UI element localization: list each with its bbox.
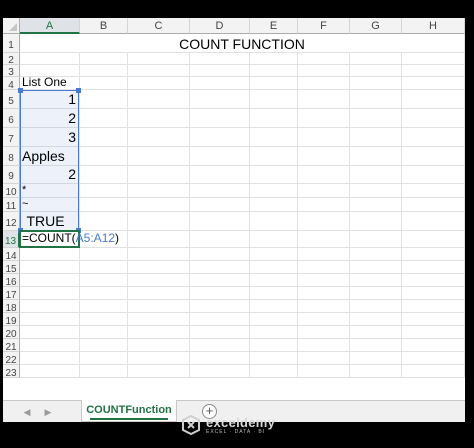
gridline-horizontal (20, 312, 465, 313)
row-header-14[interactable]: 14 (3, 248, 20, 262)
watermark-tagline: EXCEL · DATA · BI (206, 429, 266, 435)
formula-range-ref: A5:A12 (75, 231, 116, 245)
watermark-brand: exceldemy (206, 415, 276, 430)
tab-scroll-left-icon[interactable]: ◀ (20, 405, 34, 419)
row-header-11[interactable]: 11 (3, 198, 20, 212)
row-header-1[interactable]: 1 (3, 34, 20, 53)
gridline-horizontal (20, 338, 465, 339)
row-header-22[interactable]: 22 (3, 352, 20, 366)
gridline-vertical (127, 34, 128, 378)
gridline-horizontal (20, 247, 465, 248)
column-header-h[interactable]: H (402, 18, 465, 34)
gridline-horizontal (20, 273, 465, 274)
row-header-2[interactable]: 2 (3, 53, 20, 66)
gridline-horizontal (20, 52, 465, 53)
gridline-horizontal (20, 286, 465, 287)
gridline-vertical (189, 34, 190, 378)
title-merged-cell[interactable]: COUNT FUNCTION (20, 34, 464, 52)
gridline-vertical (297, 34, 298, 378)
gridline-horizontal (20, 377, 465, 378)
row-header-15[interactable]: 15 (3, 261, 20, 275)
column-header-a[interactable]: A (20, 18, 80, 34)
column-header-c[interactable]: C (128, 18, 190, 34)
column-header-e[interactable]: E (250, 18, 298, 34)
row-header-20[interactable]: 20 (3, 326, 20, 340)
cell-a5[interactable]: 1 (20, 91, 76, 107)
row-header-3[interactable]: 3 (3, 65, 20, 78)
row-header-19[interactable]: 19 (3, 313, 20, 327)
gridline-horizontal (20, 146, 465, 147)
row-header-17[interactable]: 17 (3, 287, 20, 301)
formula-suffix: ) (115, 231, 120, 245)
range-handle-top-right[interactable] (76, 88, 81, 93)
gridline-vertical (401, 34, 402, 378)
gridline-vertical (349, 34, 350, 378)
select-all-corner[interactable] (3, 18, 20, 34)
gridline-horizontal (20, 211, 465, 212)
tab-countfunction[interactable]: COUNTFunction (81, 400, 177, 422)
exceldemy-logo-icon (182, 414, 200, 436)
cell-a7[interactable]: 3 (20, 129, 76, 145)
active-cell-a13[interactable]: =COUNT(A5:A12) (19, 230, 119, 248)
row-header-6[interactable]: 6 (3, 109, 20, 128)
gridline-horizontal (20, 165, 465, 166)
excel-window: ABCDEFGH 1 2 3 4 5 6 7 8 9 10 11 12 13 14 15 16 17 18 19 20… (0, 0, 474, 448)
gridline-horizontal (20, 260, 465, 261)
gridline-vertical (249, 34, 250, 378)
column-header-g[interactable]: G (350, 18, 402, 34)
cell-a11[interactable]: ~ (22, 198, 28, 210)
gridline-horizontal (20, 76, 465, 77)
gridline-horizontal (20, 351, 465, 352)
column-header-d[interactable]: D (190, 18, 250, 34)
gridline-horizontal (20, 127, 465, 128)
row-header-23[interactable]: 23 (3, 365, 20, 379)
formula-text: =COUNT(A5:A12) (22, 231, 119, 245)
exceldemy-watermark: exceldemy EXCEL · DATA · BI (180, 414, 290, 438)
gridline-horizontal (20, 299, 465, 300)
row-header-18[interactable]: 18 (3, 300, 20, 314)
cell-a9[interactable]: 2 (20, 166, 76, 182)
cell-a6[interactable]: 2 (20, 110, 76, 126)
gridline-horizontal (20, 183, 465, 184)
formula-prefix: =COUNT( (22, 231, 76, 245)
row-header-9[interactable]: 9 (3, 166, 20, 184)
column-header-b[interactable]: B (80, 18, 128, 34)
gridline-vertical (464, 34, 465, 378)
column-header-f[interactable]: F (298, 18, 350, 34)
worksheet-grid[interactable]: ABCDEFGH 1 2 3 4 5 6 7 8 9 10 11 12 13 14 15 16 17 18 19 20… (3, 18, 465, 400)
gridline-horizontal (20, 89, 465, 90)
cell-a10[interactable]: * (22, 184, 26, 196)
row-header-10[interactable]: 10 (3, 184, 20, 198)
row-header-8[interactable]: 8 (3, 147, 20, 166)
gridline-horizontal (20, 197, 465, 198)
cell-a4-list-header[interactable]: List One (22, 75, 67, 89)
row-header-21[interactable]: 21 (3, 339, 20, 353)
title-text: COUNT FUNCTION (179, 36, 305, 52)
gridline-horizontal (20, 325, 465, 326)
cell-a8[interactable]: Apples (22, 148, 65, 164)
gridline-vertical (79, 34, 80, 378)
tab-scroll-right-icon[interactable]: ▶ (41, 405, 55, 419)
cell-a12[interactable]: TRUE (20, 213, 71, 229)
row-header-16[interactable]: 16 (3, 274, 20, 288)
gridline-horizontal (20, 108, 465, 109)
row-header-13[interactable]: 13 (3, 231, 20, 248)
row-header-7[interactable]: 7 (3, 128, 20, 147)
gridline-horizontal (20, 64, 465, 65)
gridline-horizontal (20, 364, 465, 365)
